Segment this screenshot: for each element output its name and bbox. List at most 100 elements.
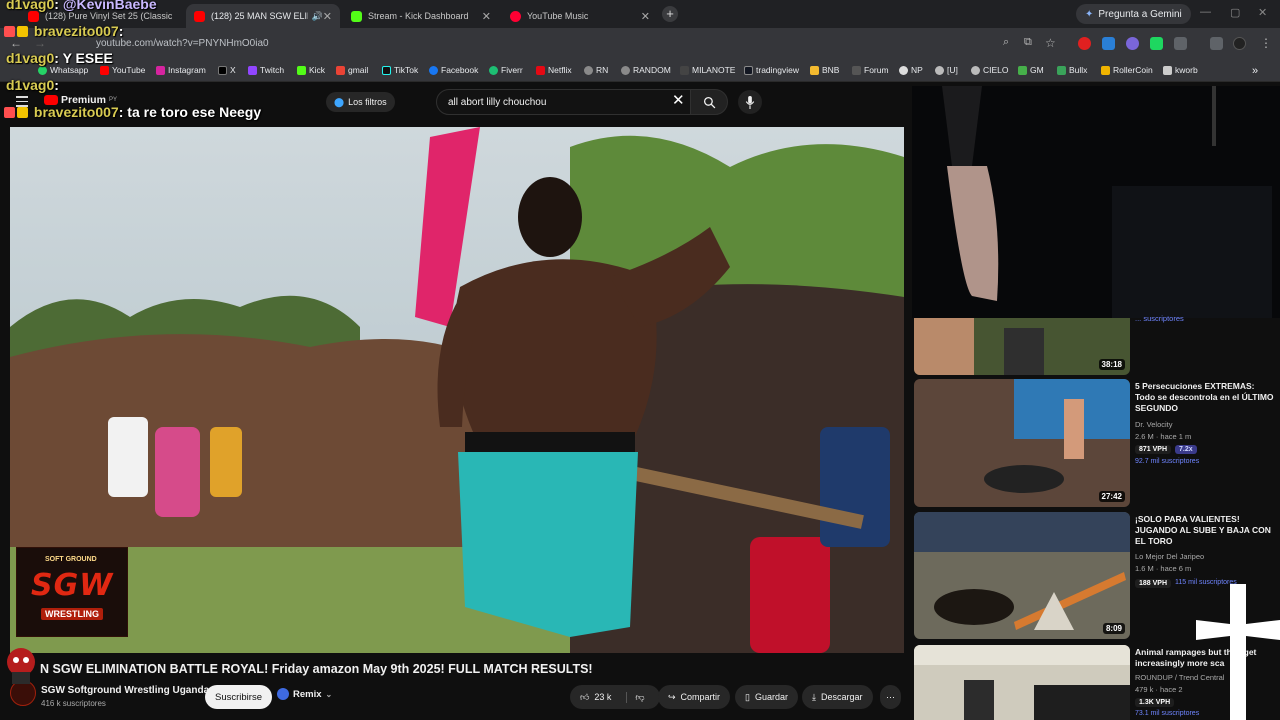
video-duration: 38:18 bbox=[1098, 359, 1125, 370]
search-input[interactable]: all abort lilly chouchou bbox=[436, 89, 692, 115]
twitch-icon bbox=[248, 65, 257, 75]
speaker-icon[interactable]: 🔊 bbox=[312, 11, 323, 22]
filters-chip[interactable]: ⬤ Los filtros bbox=[326, 92, 395, 112]
bookmark-netflix[interactable]: Netflix bbox=[536, 65, 572, 75]
rec-channel[interactable]: Lo Mejor Del Jaripeo bbox=[1135, 552, 1204, 561]
record-extension-icon[interactable] bbox=[1078, 37, 1091, 50]
kebab-menu-icon[interactable]: ⋮ bbox=[1260, 36, 1272, 50]
close-window-icon[interactable]: ✕ bbox=[1258, 6, 1267, 19]
recommended-video-thumbnail[interactable]: 8:09 bbox=[914, 512, 1130, 639]
tab-kick-dashboard[interactable]: Stream - Kick Dashboard ✕ bbox=[343, 4, 499, 28]
chat-text: ta re toro ese Neegy bbox=[127, 104, 262, 120]
more-actions-button[interactable]: ⋯ bbox=[880, 685, 901, 709]
bookmark-x[interactable]: X bbox=[218, 65, 236, 75]
url-field[interactable]: youtube.com/watch?v=PNYNHmO0ia0 bbox=[96, 38, 269, 49]
more-bookmarks-icon[interactable]: » bbox=[1252, 65, 1258, 77]
chat-message: d1vag0: bbox=[6, 77, 59, 93]
microphone-icon bbox=[745, 95, 755, 109]
bookmark-gmail[interactable]: gmail bbox=[336, 65, 368, 75]
rec-channel[interactable]: Dr. Velocity bbox=[1135, 420, 1173, 429]
close-tab-icon[interactable]: ✕ bbox=[323, 10, 332, 23]
search-icon bbox=[703, 96, 715, 108]
webcam-image bbox=[912, 86, 1280, 318]
subscribe-button[interactable]: Suscribirse bbox=[205, 685, 272, 709]
search-button[interactable] bbox=[690, 89, 728, 115]
bookmark-youtube[interactable]: YouTube bbox=[100, 65, 145, 75]
bookmark-tiktok[interactable]: TikTok bbox=[382, 65, 418, 75]
bookmark-kick[interactable]: Kick bbox=[297, 65, 325, 75]
clear-search-icon[interactable]: ✕ bbox=[672, 91, 685, 109]
bookmark-rn[interactable]: RN bbox=[584, 65, 608, 75]
rec-subs: 73.1 mil suscriptores bbox=[1135, 710, 1200, 717]
thumbs-up-icon[interactable]: 👍︎ bbox=[580, 692, 589, 703]
bookmark-kworb[interactable]: kworb bbox=[1163, 65, 1198, 75]
ask-gemini-button[interactable]: ✦ Pregunta a Gemini bbox=[1076, 4, 1191, 24]
bookmark-star-icon[interactable]: ☆ bbox=[1045, 36, 1056, 50]
tradingview-icon bbox=[744, 65, 753, 75]
chat-text: @KevinBaebe bbox=[62, 0, 157, 12]
chat-badge-icon bbox=[17, 107, 28, 118]
minimize-icon[interactable]: — bbox=[1200, 6, 1211, 18]
bookmark-whatsapp[interactable]: Whatsapp bbox=[38, 65, 88, 75]
recommended-video-thumbnail[interactable]: 27:42 bbox=[914, 379, 1130, 507]
close-tab-icon[interactable]: ✕ bbox=[641, 10, 650, 23]
vph-badge: 871 VPH bbox=[1135, 445, 1172, 454]
remix-icon bbox=[277, 688, 289, 700]
bookmark-fiverr[interactable]: Fiverr bbox=[489, 65, 523, 75]
bookmark-tradingview[interactable]: tradingview bbox=[744, 65, 799, 75]
profile-avatar[interactable] bbox=[1233, 37, 1246, 50]
bookmark-random[interactable]: RANDOM bbox=[621, 65, 671, 75]
like-count[interactable]: 23 k bbox=[594, 692, 611, 702]
channel-name[interactable]: SGW Softground Wrestling Uganda bbox=[41, 685, 209, 696]
tab-sgw-video[interactable]: (128) 25 MAN SGW ELIMIN 🔊 ✕ bbox=[186, 4, 340, 28]
bookmark-milanote[interactable]: MILANOTE bbox=[680, 65, 735, 75]
bookmark-gm[interactable]: GM bbox=[1018, 65, 1044, 75]
chat-username: d1vag0 bbox=[6, 77, 55, 93]
chat-text: Y ESEE bbox=[62, 50, 113, 66]
bookmark-bullx[interactable]: Bullx bbox=[1057, 65, 1087, 75]
bookmark-bnb[interactable]: BNB bbox=[810, 65, 839, 75]
bookmark-twitch[interactable]: Twitch bbox=[248, 65, 284, 75]
close-tab-icon[interactable]: ✕ bbox=[482, 10, 491, 23]
maximize-icon[interactable]: ▢ bbox=[1230, 6, 1240, 19]
remix-button[interactable]: Remix ⌄ bbox=[277, 688, 332, 700]
recommended-video-thumbnail[interactable] bbox=[914, 645, 1130, 720]
share-button[interactable]: ↪ Compartir bbox=[658, 685, 731, 709]
extension-icon[interactable] bbox=[1126, 37, 1139, 50]
bookmark-facebook[interactable]: Facebook bbox=[429, 65, 478, 75]
zoom-icon[interactable]: ⌕ bbox=[1003, 36, 1009, 49]
rec-title[interactable]: ¡SOLO PARA VALIENTES! JUGANDO AL SUBE Y … bbox=[1135, 514, 1275, 547]
bookmark-rollercoin[interactable]: RollerCoin bbox=[1101, 65, 1153, 75]
tab-youtube-music[interactable]: YouTube Music ✕ bbox=[502, 4, 658, 28]
recommended-video-thumbnail[interactable]: 38:18 bbox=[914, 318, 1130, 375]
rec-subs-row: 92.7 mil suscriptores bbox=[1135, 458, 1199, 465]
new-tab-button[interactable]: + bbox=[662, 6, 678, 22]
chat-username: d1vag0 bbox=[6, 0, 55, 12]
bookmark-np[interactable]: NP bbox=[899, 65, 923, 75]
bookmark-u[interactable]: [U] bbox=[935, 65, 958, 75]
gemini-sparkle-icon: ✦ bbox=[1085, 8, 1094, 20]
bookmark-instagram[interactable]: Instagram bbox=[156, 65, 206, 75]
vph-badge: 1.3K VPH bbox=[1135, 698, 1175, 707]
more-horizontal-icon: ⋯ bbox=[886, 691, 895, 702]
reading-list-icon[interactable] bbox=[1210, 37, 1223, 50]
share-arrow-icon: ↪ bbox=[668, 691, 676, 702]
extension-icon[interactable] bbox=[1102, 37, 1115, 50]
cast-icon[interactable]: ⧉ bbox=[1024, 36, 1032, 49]
extension-icon[interactable] bbox=[1150, 37, 1163, 50]
download-button[interactable]: ⤓ Descargar bbox=[802, 685, 873, 709]
thumbs-down-icon[interactable]: 👎︎ bbox=[626, 691, 645, 703]
bookmark-cielo[interactable]: CIELO bbox=[971, 65, 1009, 75]
video-duration: 8:09 bbox=[1102, 623, 1125, 634]
x-icon bbox=[218, 65, 227, 75]
save-button[interactable]: ▯ Guardar bbox=[735, 685, 798, 709]
address-bar: ← → youtube.com/watch?v=PNYNHmO0ia0 ⌕ ⧉ … bbox=[0, 28, 1280, 60]
vph-stats: 1.3K VPH bbox=[1135, 698, 1175, 707]
rec-title[interactable]: 5 Persecuciones EXTREMAS: Todo se descon… bbox=[1135, 381, 1275, 414]
tab-label: (128) 25 MAN SGW ELIMIN bbox=[211, 11, 308, 21]
extensions-puzzle-icon[interactable] bbox=[1174, 37, 1187, 50]
video-player[interactable]: SOFT GROUND SGW WRESTLING bbox=[10, 127, 904, 653]
voice-search-button[interactable] bbox=[738, 90, 762, 114]
gm-icon bbox=[1018, 65, 1027, 75]
bookmark-forum[interactable]: Forum bbox=[852, 65, 889, 75]
